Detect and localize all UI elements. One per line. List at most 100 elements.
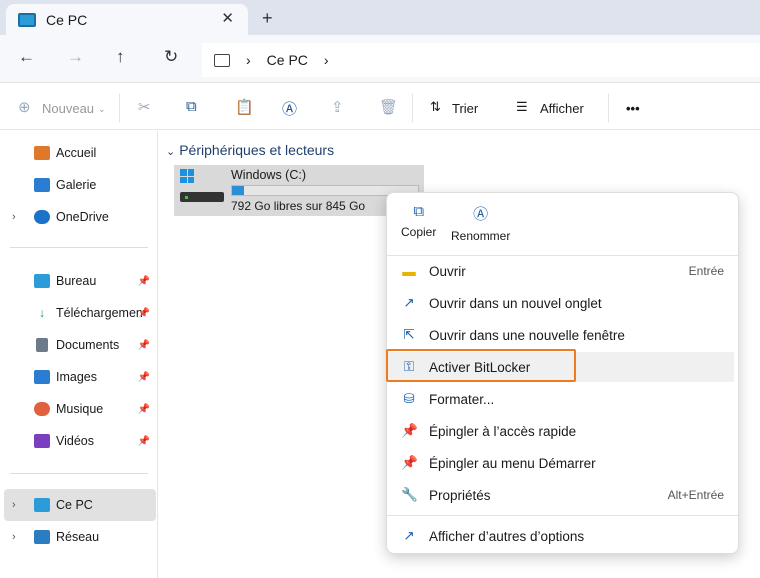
cut-icon[interactable]: ✂ [138,98,151,116]
menu-item-open-new-tab[interactable]: ↗ Ouvrir dans un nouvel onglet [387,288,740,318]
rename-label: Renommer [451,229,511,243]
monitor-icon [34,498,50,512]
divider [412,94,413,122]
sidebar-item-label: Images [56,370,97,384]
open-window-icon: ⇱ [403,327,415,342]
back-button[interactable]: ← [18,47,35,67]
divider [608,94,609,122]
close-tab-icon[interactable]: ✕ [221,9,234,27]
home-icon [34,146,50,160]
menu-item-more-options[interactable]: ↗ Afficher d’autres d’options [387,521,740,551]
copy-icon[interactable]: ⧉ [186,98,197,115]
chevron-right-icon[interactable]: › [12,211,16,223]
divider [119,94,120,122]
sidebar-item-onedrive[interactable]: › OneDrive [0,201,156,233]
forward-button[interactable]: → [67,47,84,67]
menu-item-pin-quick-access[interactable]: 📌 Épingler à l’accès rapide [387,416,740,446]
address-bar[interactable]: › Ce PC › [202,43,760,77]
paste-icon[interactable]: 📋 [235,98,254,116]
refresh-button[interactable]: ↻ [164,47,178,67]
sidebar-item-ce-pc[interactable]: › Ce PC [4,489,156,521]
sidebar-item-label: Musique [56,402,104,416]
sidebar-item-videos[interactable]: Vidéos 📌 [0,425,156,457]
pin-icon[interactable]: 📌 [138,308,150,319]
rename-icon[interactable]: Ⓐ [282,98,297,119]
network-icon [34,530,50,544]
menu-item-pin-start[interactable]: 📌 Épingler au menu Démarrer [387,448,740,478]
sidebar-item-documents[interactable]: Documents 📌 [0,329,156,361]
view-button[interactable]: Afficher [540,101,584,116]
menu-item-open[interactable]: ▬ Ouvrir Entrée [387,256,740,286]
menu-item-format[interactable]: ⛁ Formater... [387,384,740,414]
document-icon [36,338,48,352]
chevron-right-icon[interactable]: › [324,52,329,68]
copy-label: Copier [401,225,437,239]
sidebar-item-label: Téléchargements [56,306,144,320]
new-tab-button[interactable]: + [262,8,273,29]
cloud-icon [34,210,50,224]
breadcrumb-ce-pc[interactable]: Ce PC [267,52,308,68]
chevron-right-icon[interactable]: › [246,52,251,68]
menu-item-label: Formater... [429,391,495,407]
menu-item-label: Ouvrir dans une nouvelle fenêtre [429,327,625,343]
chevron-down-icon: ⌄ [166,146,176,158]
folder-icon: ▬ [402,263,416,279]
highlight-box [386,349,576,382]
menu-item-label: Ouvrir dans un nouvel onglet [429,295,602,311]
wrench-icon: 🔧 [401,487,418,502]
section-header[interactable]: ⌄ Périphériques et lecteurs [166,142,334,158]
chevron-right-icon[interactable]: › [12,531,16,543]
sidebar-item-label: Ce PC [56,498,93,512]
pin-icon[interactable]: 📌 [138,340,150,351]
sidebar-item-label: Accueil [56,146,97,160]
menu-item-properties[interactable]: 🔧 Propriétés Alt+Entrée [387,480,740,510]
divider [10,247,148,248]
pin-icon[interactable]: 📌 [138,372,150,383]
open-tab-icon: ↗ [403,295,415,310]
image-icon [34,370,50,384]
divider [387,515,740,516]
desktop-icon [34,274,50,288]
sidebar-item-bureau[interactable]: Bureau 📌 [0,265,156,297]
sidebar-item-images[interactable]: Images 📌 [0,361,156,393]
video-icon [34,434,50,448]
music-icon [34,402,50,416]
windows-logo-icon [180,169,194,183]
more-options-icon: ↗ [403,528,415,543]
tab-title: Ce PC [46,11,88,28]
up-button[interactable]: ↑ [116,47,125,67]
sidebar-item-label: Galerie [56,178,97,192]
sidebar-item-musique[interactable]: Musique 📌 [0,393,156,425]
sidebar-item-label: OneDrive [56,210,109,224]
computer-icon [214,53,230,67]
sidebar-item-galerie[interactable]: Galerie [0,169,156,201]
rename-icon: Ⓐ [473,206,489,223]
sidebar-item-telechargements[interactable]: ↓ Téléchargements 📌 [0,297,156,329]
shortcut: Alt+Entrée [667,488,724,502]
copy-button[interactable]: ⧉ Copier [401,203,436,239]
sidebar-item-reseau[interactable]: › Réseau [0,521,156,553]
shortcut: Entrée [688,264,724,278]
pin-icon[interactable]: 📌 [138,276,150,287]
share-icon[interactable]: ⇪ [331,98,344,116]
new-button[interactable]: Nouveau [42,101,94,116]
copy-icon: ⧉ [413,203,425,220]
drive-name: Windows (C:) [231,168,307,182]
chevron-down-icon: ⌄ [98,104,106,114]
pin-icon[interactable]: 📌 [138,436,150,447]
sidebar-item-accueil[interactable]: Accueil [0,137,156,169]
divider [10,473,148,474]
plus-circle-icon: ⊕ [18,99,31,116]
drive-icon [180,192,224,202]
rename-button[interactable]: Ⓐ Renommer [451,203,510,243]
pin-icon: 📌 [401,423,418,438]
pin-icon[interactable]: 📌 [138,404,150,415]
delete-icon[interactable]: 🗑 [379,98,398,116]
sidebar-item-label: Vidéos [56,434,94,448]
sort-button[interactable]: Trier [452,101,478,116]
more-options-button[interactable]: ••• [626,101,640,116]
drive-usage-fill [232,186,244,195]
chevron-right-icon[interactable]: › [12,499,16,511]
menu-item-open-new-window[interactable]: ⇱ Ouvrir dans une nouvelle fenêtre [387,320,740,350]
tab-ce-pc[interactable]: Ce PC ✕ [6,4,248,35]
